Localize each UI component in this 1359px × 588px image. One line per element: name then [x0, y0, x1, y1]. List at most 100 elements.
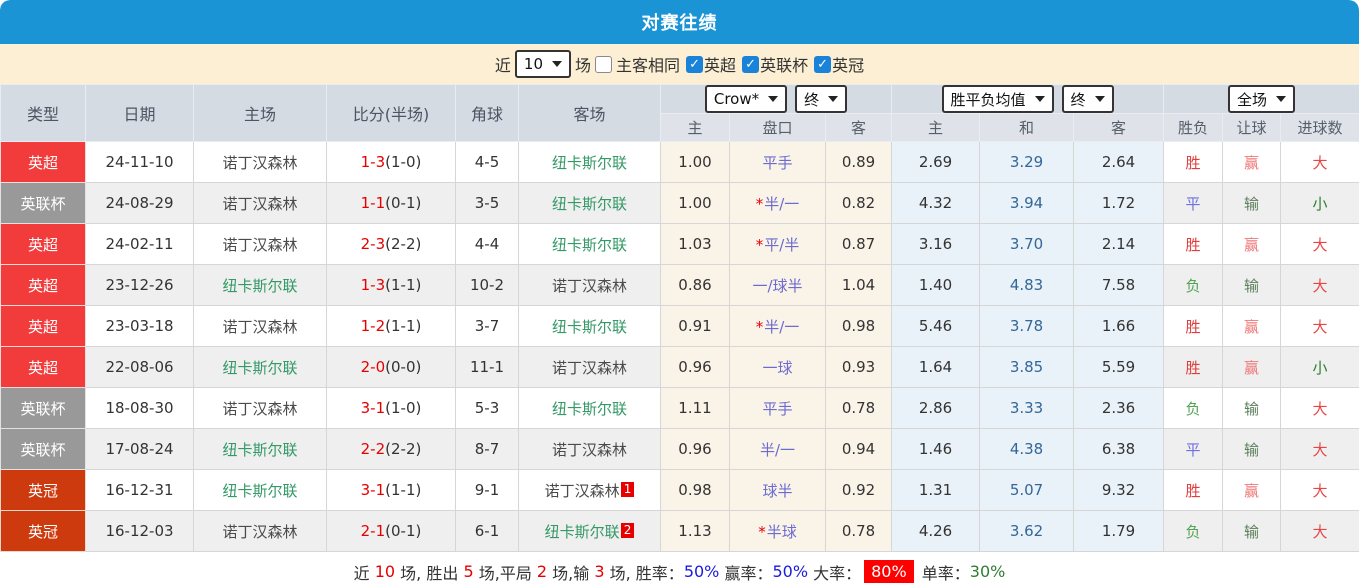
away-odds-cell: 0.98: [826, 306, 892, 347]
result-handicap-cell: 输: [1223, 265, 1281, 306]
home-odds-cell: 1.13: [661, 511, 730, 552]
header-type: 类型: [1, 85, 86, 142]
subheader-odds-away: 客: [826, 114, 892, 142]
away-team-cell[interactable]: 纽卡斯尔联: [519, 388, 661, 429]
result-wdl-cell: 胜: [1164, 142, 1223, 183]
corners-cell: 3-7: [456, 306, 519, 347]
chevron-down-icon: [552, 61, 562, 67]
table-row: 英冠16-12-03诺丁汉森林2-1(0-1)6-1纽卡斯尔联21.13*半球0…: [1, 511, 1359, 552]
header-score: 比分(半场): [327, 85, 456, 142]
league-checkbox[interactable]: ✓: [686, 56, 703, 73]
league-checkbox[interactable]: ✓: [814, 56, 831, 73]
league-type-badge: 英超: [1, 347, 86, 388]
avg-draw-cell: 3.70: [980, 224, 1074, 265]
home-team-cell[interactable]: 诺丁汉森林: [194, 224, 327, 265]
home-team-cell[interactable]: 纽卡斯尔联: [194, 429, 327, 470]
corners-cell: 10-2: [456, 265, 519, 306]
away-team-cell[interactable]: 纽卡斯尔联: [519, 142, 661, 183]
avg-period-select[interactable]: 终: [1062, 85, 1114, 113]
subheader-wdl: 胜负: [1164, 114, 1223, 142]
home-team-cell[interactable]: 诺丁汉森林: [194, 388, 327, 429]
avg-home-cell: 4.26: [892, 511, 980, 552]
avg-type-value: 胜平负均值: [951, 89, 1026, 110]
result-wdl-cell: 胜: [1164, 306, 1223, 347]
home-team-cell[interactable]: 诺丁汉森林: [194, 511, 327, 552]
result-goals-cell: 大: [1281, 265, 1359, 306]
avg-away-cell: 2.14: [1074, 224, 1164, 265]
away-team-cell[interactable]: 纽卡斯尔联: [519, 224, 661, 265]
avg-draw-cell: 3.94: [980, 183, 1074, 224]
avg-draw-cell: 4.83: [980, 265, 1074, 306]
avg-home-cell: 2.69: [892, 142, 980, 183]
away-team-cell[interactable]: 诺丁汉森林: [519, 347, 661, 388]
league-checkbox[interactable]: ✓: [742, 56, 759, 73]
result-wdl-cell: 胜: [1164, 470, 1223, 511]
league-label[interactable]: 英联杯: [760, 52, 808, 76]
result-wdl-cell: 负: [1164, 511, 1223, 552]
result-scope-value: 全场: [1237, 89, 1267, 110]
handicap-cell: 平手: [730, 142, 826, 183]
handicap-cell: 球半: [730, 470, 826, 511]
header-away: 客场: [519, 85, 661, 142]
avg-away-cell: 2.64: [1074, 142, 1164, 183]
corners-cell: 9-1: [456, 470, 519, 511]
odds-period-select[interactable]: 终: [795, 85, 847, 113]
same-venue-checkbox[interactable]: [595, 56, 612, 73]
score-cell: 3-1(1-1): [327, 470, 456, 511]
matches-label: 场: [575, 52, 591, 76]
date-cell: 23-03-18: [86, 306, 194, 347]
home-odds-cell: 1.11: [661, 388, 730, 429]
result-goals-cell: 大: [1281, 224, 1359, 265]
score-cell: 1-1(0-1): [327, 183, 456, 224]
corners-cell: 6-1: [456, 511, 519, 552]
handicap-cell: *半/一: [730, 306, 826, 347]
summary-segment: 场, 胜出: [395, 560, 463, 584]
home-team-cell[interactable]: 纽卡斯尔联: [194, 470, 327, 511]
table-row: 英联杯24-08-29诺丁汉森林1-1(0-1)3-5纽卡斯尔联1.00*半/一…: [1, 183, 1359, 224]
result-handicap-cell: 赢: [1223, 224, 1281, 265]
home-team-cell[interactable]: 诺丁汉森林: [194, 183, 327, 224]
home-team-cell[interactable]: 纽卡斯尔联: [194, 347, 327, 388]
corners-cell: 8-7: [456, 429, 519, 470]
league-label[interactable]: 英超: [704, 52, 736, 76]
away-odds-cell: 0.87: [826, 224, 892, 265]
home-team-cell[interactable]: 诺丁汉森林: [194, 142, 327, 183]
result-goals-cell: 大: [1281, 511, 1359, 552]
away-team-cell[interactable]: 诺丁汉森林1: [519, 470, 661, 511]
avg-type-select[interactable]: 胜平负均值: [942, 85, 1054, 113]
avg-away-cell: 1.72: [1074, 183, 1164, 224]
result-scope-select[interactable]: 全场: [1228, 85, 1295, 113]
result-goals-cell: 大: [1281, 388, 1359, 429]
avg-draw-cell: 3.29: [980, 142, 1074, 183]
away-team-cell[interactable]: 纽卡斯尔联: [519, 306, 661, 347]
date-cell: 24-02-11: [86, 224, 194, 265]
avg-home-cell: 2.86: [892, 388, 980, 429]
away-team-cell[interactable]: 诺丁汉森林: [519, 265, 661, 306]
avg-home-cell: 1.64: [892, 347, 980, 388]
subheader-odds-home: 主: [661, 114, 730, 142]
header-date: 日期: [86, 85, 194, 142]
history-table-body: 英超24-11-10诺丁汉森林1-3(1-0)4-5纽卡斯尔联1.00平手0.8…: [1, 142, 1359, 552]
handicap-cell: 半/一: [730, 429, 826, 470]
summary-line: 近 10 场, 胜出 5 场,平局 2 场,输 3 场, 胜率：50% 赢率：5…: [0, 552, 1359, 588]
away-team-cell[interactable]: 诺丁汉森林: [519, 429, 661, 470]
avg-draw-cell: 3.78: [980, 306, 1074, 347]
away-team-cell[interactable]: 纽卡斯尔联: [519, 183, 661, 224]
league-type-badge: 英超: [1, 265, 86, 306]
date-cell: 24-11-10: [86, 142, 194, 183]
date-cell: 16-12-03: [86, 511, 194, 552]
same-venue-label[interactable]: 主客相同: [616, 52, 680, 76]
result-wdl-cell: 平: [1164, 429, 1223, 470]
avg-draw-cell: 3.33: [980, 388, 1074, 429]
home-team-cell[interactable]: 纽卡斯尔联: [194, 265, 327, 306]
near-count-select[interactable]: 10: [515, 50, 571, 78]
avg-group-header: 胜平负均值 终: [892, 85, 1164, 114]
home-odds-cell: 1.03: [661, 224, 730, 265]
bookmaker-select[interactable]: Crow*: [705, 85, 787, 113]
home-team-cell[interactable]: 诺丁汉森林: [194, 306, 327, 347]
home-odds-cell: 0.91: [661, 306, 730, 347]
summary-segment: 10: [375, 562, 395, 581]
away-team-cell[interactable]: 纽卡斯尔联2: [519, 511, 661, 552]
date-cell: 22-08-06: [86, 347, 194, 388]
league-label[interactable]: 英冠: [832, 52, 864, 76]
